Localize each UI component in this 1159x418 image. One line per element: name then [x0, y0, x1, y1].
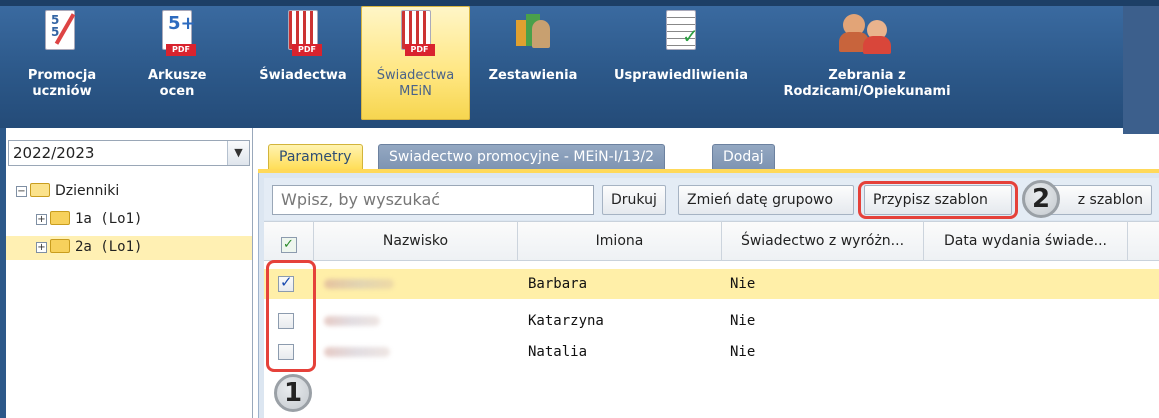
cell-wyroznienie: Nie	[730, 313, 756, 329]
left-panel	[0, 128, 253, 418]
column-header-nazwisko[interactable]: Nazwisko	[314, 221, 518, 261]
column-header-imiona[interactable]: Imiona	[518, 221, 722, 261]
cell-imiona: Natalia	[528, 344, 588, 360]
search-input[interactable]: Wpisz, by wyszukać	[272, 185, 594, 215]
cell-wyroznienie: Nie	[730, 276, 756, 292]
table-row[interactable]: Barbara Nie	[264, 269, 1159, 299]
print-button[interactable]: Drukuj	[602, 185, 666, 215]
column-header-wyroznienie[interactable]: Świadectwo z wyróżn...	[722, 221, 924, 261]
tree-item-dzienniki[interactable]: − Dzienniki	[16, 180, 246, 204]
folder-icon	[50, 239, 70, 253]
toolbar-promocja-button[interactable]: 55 Promocja uczniów	[22, 6, 102, 120]
chevron-down-icon[interactable]: ▼	[227, 141, 249, 165]
table-row[interactable]: Katarzyna Nie	[264, 306, 1159, 336]
tree-item-label: Dzienniki	[55, 183, 120, 199]
expand-icon[interactable]: +	[36, 213, 47, 225]
toolbar-zebrania-button[interactable]: Zebrania z Rodzicami/Opiekunami	[776, 6, 958, 120]
toolbar-usprawiedliwienia-button[interactable]: ✓ Usprawiedliwienia	[606, 6, 756, 120]
tab-parametry[interactable]: Parametry	[268, 144, 363, 170]
certificate-mein-pdf-icon: PDF	[395, 10, 437, 56]
redacted-surname	[324, 316, 380, 326]
excuse-check-icon: ✓	[660, 10, 702, 56]
change-date-group-button[interactable]: Zmień datę grupowo	[678, 185, 854, 215]
redacted-surname	[324, 347, 390, 357]
tab-swiadectwo-promocyjne[interactable]: Swiadectwo promocyjne - MEiN-I/13/2	[378, 144, 665, 170]
promotion-icon: 55	[41, 10, 83, 56]
toolbar-zestawienia-button[interactable]: Zestawienia	[484, 6, 582, 120]
tab-bar: Parametry Swiadectwo promocyjne - MEiN-I…	[258, 140, 1159, 170]
collapse-icon[interactable]: −	[16, 185, 27, 197]
callout-1: 1	[274, 374, 312, 412]
highlight-assign-template	[858, 181, 1018, 219]
cell-wyroznienie: Nie	[730, 344, 756, 360]
school-year-value: 2022/2023	[13, 144, 95, 162]
grade-sheet-pdf-icon: 5+ PDF	[156, 10, 198, 56]
callout-2: 2	[1022, 180, 1060, 218]
table-row[interactable]: Natalia Nie	[264, 337, 1159, 367]
cell-imiona: Barbara	[528, 276, 588, 292]
redacted-surname	[324, 279, 394, 289]
toolbar-arkusze-button[interactable]: 5+ PDF Arkusze ocen	[148, 6, 207, 120]
folder-open-icon	[30, 183, 50, 197]
parents-meeting-icon	[837, 10, 897, 56]
tree-item-1a[interactable]: +1a (Lo1)	[36, 208, 246, 232]
certificate-pdf-icon: PDF	[282, 10, 324, 56]
tree-item-label: 2a (Lo1)	[75, 239, 143, 255]
tree-item-label: 1a (Lo1)	[75, 211, 143, 227]
column-header-data-wydania[interactable]: Data wydania świade...	[924, 221, 1128, 261]
toolbar-swiadectwa-button[interactable]: PDF Świadectwa	[255, 6, 351, 120]
select-all-column[interactable]: ✓	[264, 221, 314, 261]
school-year-select[interactable]: 2022/2023 ▼	[8, 140, 250, 166]
cell-imiona: Katarzyna	[528, 313, 604, 329]
report-chart-icon	[512, 10, 554, 56]
toolbar-right-cap	[1123, 6, 1159, 134]
tree-item-2a[interactable]: +2a (Lo1)	[6, 236, 252, 260]
highlight-checkboxes	[266, 260, 316, 372]
select-all-checkbox-icon[interactable]: ✓	[280, 237, 297, 253]
folder-icon	[50, 211, 70, 225]
tab-dodaj[interactable]: Dodaj	[712, 144, 775, 170]
expand-icon[interactable]: +	[36, 241, 47, 253]
toolbar-swiadectwa-mein-button[interactable]: PDF Świadectwa MEiN	[361, 6, 470, 120]
